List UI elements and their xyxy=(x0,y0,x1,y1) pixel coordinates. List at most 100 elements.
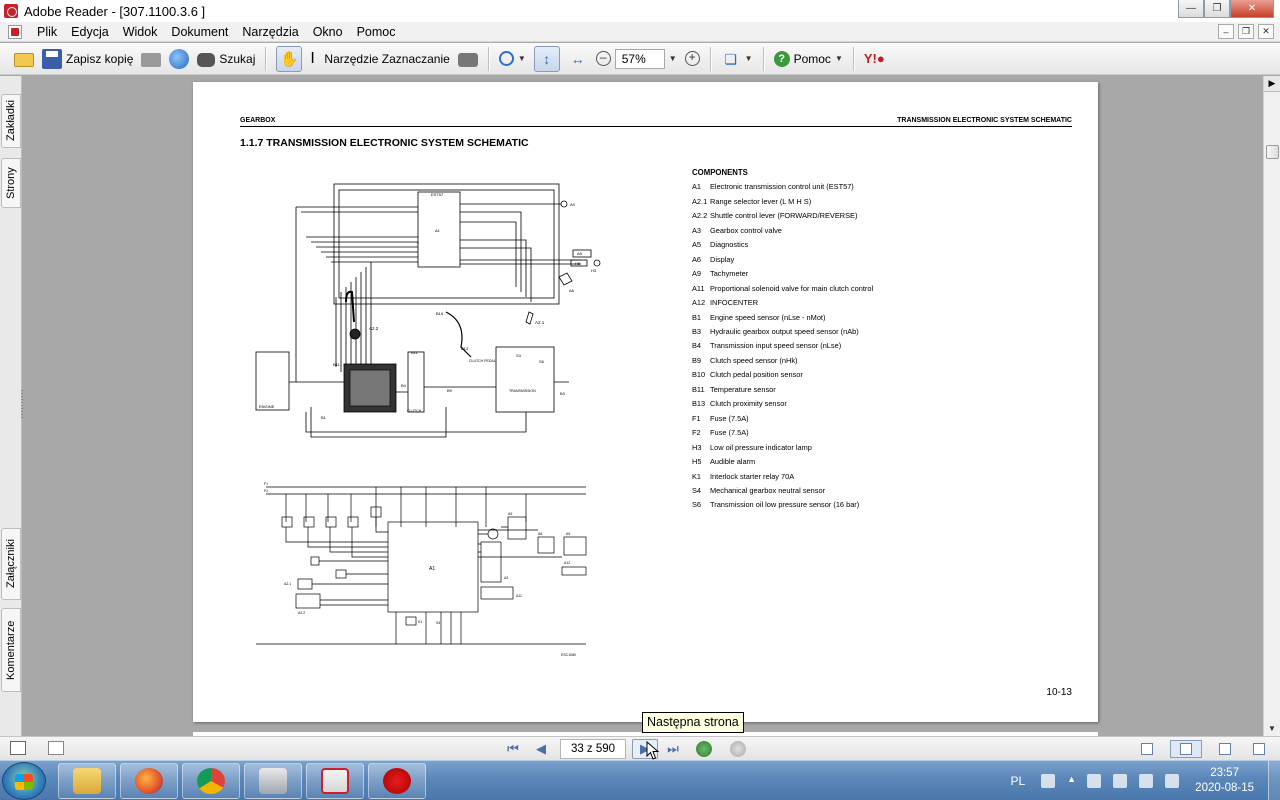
previous-page-button[interactable]: ◀ xyxy=(528,739,554,759)
taskbar-app[interactable] xyxy=(244,763,302,799)
vertical-scrollbar[interactable]: ▶ ▼ xyxy=(1263,76,1280,736)
menu-edit[interactable]: Edycja xyxy=(64,22,116,42)
s4-label: S4 xyxy=(516,353,522,358)
navigation-pane-icon[interactable] xyxy=(10,741,26,755)
page-number-field[interactable]: 33 z 590 xyxy=(560,739,626,759)
component-description: Display xyxy=(710,254,735,264)
taskbar-chrome[interactable] xyxy=(182,763,240,799)
zoom-dropdown-button[interactable]: ▼ xyxy=(665,46,681,72)
dropdown-arrow-icon: ▼ xyxy=(668,54,677,63)
doc-close-button[interactable]: ✕ xyxy=(1258,24,1274,39)
split-view-arrow-icon[interactable]: ▶ xyxy=(1264,76,1280,92)
input-lines xyxy=(312,560,388,606)
component-code: S4 xyxy=(692,485,702,495)
printer-icon xyxy=(141,53,162,67)
document-viewport[interactable]: GEARBOX TRANSMISSION ELECTRONIC SYSTEM S… xyxy=(23,76,1263,736)
zoom-out-button[interactable]: – xyxy=(592,46,615,72)
plus-icon: + xyxy=(684,51,700,66)
open-button[interactable] xyxy=(10,46,38,72)
component-row: A6 Display xyxy=(692,253,873,267)
a1-unit-label: A1 xyxy=(429,566,435,572)
tab-pages[interactable]: Strony xyxy=(1,158,21,208)
start-button[interactable] xyxy=(2,762,46,800)
zoom-in-button[interactable]: + xyxy=(681,46,704,72)
previous-view-icon[interactable] xyxy=(696,741,712,757)
taskbar-paint-app[interactable] xyxy=(368,763,426,799)
scroll-down-arrow-icon[interactable]: ▼ xyxy=(1264,720,1280,736)
component-description: Electronic transmission control unit (ES… xyxy=(710,182,854,192)
taskbar-explorer[interactable] xyxy=(58,763,116,799)
clock[interactable]: 23:57 2020-08-15 xyxy=(1195,766,1254,796)
rotate-view-button[interactable]: ❏ ▼ xyxy=(717,46,757,72)
fit-page-button[interactable]: ↕ xyxy=(530,45,564,72)
print-button[interactable] xyxy=(137,46,165,72)
text-cursor-icon: ‍I xyxy=(310,49,315,67)
taskbar-adobe-reader[interactable] xyxy=(306,763,364,799)
a21-lever-shape xyxy=(525,311,534,325)
hand-tool-button[interactable]: ✋ xyxy=(272,45,306,72)
zoom-level-field[interactable]: 57% xyxy=(614,48,665,69)
next-view-icon[interactable] xyxy=(730,741,746,757)
network-icon[interactable] xyxy=(1087,774,1102,788)
power-icon[interactable] xyxy=(1139,774,1154,788)
menu-tools[interactable]: Narzędzia xyxy=(235,22,305,42)
facing-view-icon[interactable] xyxy=(1214,740,1236,758)
search-button[interactable]: Szukaj xyxy=(193,46,259,72)
zoom-in-tool-button[interactable]: ▼ xyxy=(495,46,530,72)
tab-attachments[interactable]: Załączniki xyxy=(1,528,21,600)
volume-icon[interactable] xyxy=(1165,774,1180,788)
k1-label: K1 xyxy=(418,620,422,624)
scrollbar-thumb[interactable] xyxy=(1266,145,1279,159)
component-row: B4 Transmission input speed sensor (nLse) xyxy=(692,339,873,353)
tab-pages-label: Strony xyxy=(5,167,17,199)
single-page-view-icon[interactable] xyxy=(1136,740,1158,758)
email-button[interactable] xyxy=(165,46,193,72)
component-code: A11 xyxy=(692,283,705,293)
doc-restore-button[interactable]: ❐ xyxy=(1238,24,1254,39)
taskbar-firefox[interactable] xyxy=(120,763,178,799)
window-title: Adobe Reader - [307.1100.3.6 ] xyxy=(24,3,206,19)
show-hidden-icons-icon[interactable]: ▲ xyxy=(1067,774,1076,788)
splash-icon xyxy=(383,768,411,794)
maximize-button[interactable]: ❐ xyxy=(1204,0,1230,18)
menu-document[interactable]: Dokument xyxy=(164,22,235,42)
tab-bookmarks[interactable]: Zakładki xyxy=(1,94,21,148)
search-label: Szukaj xyxy=(219,51,256,66)
menu-window[interactable]: Okno xyxy=(306,22,350,42)
menu-view[interactable]: Widok xyxy=(116,22,165,42)
device-icon[interactable] xyxy=(1113,774,1128,788)
yahoo-toolbar-button[interactable]: Y!● xyxy=(860,46,902,72)
select-tool-button[interactable]: ‍I Narzędzie Zaznaczanie xyxy=(306,46,453,72)
a9-meter-label: A9 xyxy=(508,512,512,516)
document-icon[interactable] xyxy=(8,24,22,39)
minimize-button[interactable]: — xyxy=(1178,0,1204,18)
component-code: A9 xyxy=(692,269,702,279)
show-desktop-button[interactable] xyxy=(1268,761,1280,800)
continuous-view-icon[interactable] xyxy=(1170,740,1202,758)
last-page-button[interactable]: ⏭ xyxy=(660,739,686,759)
snapshot-tool-button[interactable] xyxy=(454,46,482,72)
yahoo-icon: Y!● xyxy=(863,50,885,66)
clutch-pedal-label: CLUTCH PEDAL xyxy=(469,359,496,363)
save-copy-button[interactable]: Zapisz kopię xyxy=(38,46,137,72)
first-page-button[interactable]: ⏮ xyxy=(500,739,526,759)
fit-width-button[interactable]: ↔ xyxy=(564,46,592,72)
menu-file[interactable]: Plik xyxy=(30,22,64,42)
a21-switch-label: A2.1 xyxy=(284,582,291,586)
a11-valve xyxy=(480,586,514,600)
navigation-panel-tabs: Zakładki Strony Załączniki Komentarze xyxy=(0,76,22,736)
b1-label: B1 xyxy=(321,415,327,420)
continuous-facing-view-icon[interactable] xyxy=(1248,740,1270,758)
menu-help[interactable]: Pomoc xyxy=(350,22,403,42)
keyboard-icon[interactable] xyxy=(1041,774,1056,788)
binoculars-icon xyxy=(197,53,216,67)
language-indicator[interactable]: PL xyxy=(1010,774,1025,788)
close-button[interactable]: ✕ xyxy=(1230,0,1274,18)
b11-sensor xyxy=(347,516,359,528)
component-description: Range selector lever (L M H S) xyxy=(710,196,812,206)
component-description: Proportional solenoid valve for main clu… xyxy=(710,283,874,293)
doc-minimize-button[interactable]: – xyxy=(1218,24,1234,39)
page-size-icon[interactable] xyxy=(48,741,64,755)
help-button[interactable]: ? Pomoc ▼ xyxy=(770,46,847,72)
tab-comments[interactable]: Komentarze xyxy=(1,608,21,692)
